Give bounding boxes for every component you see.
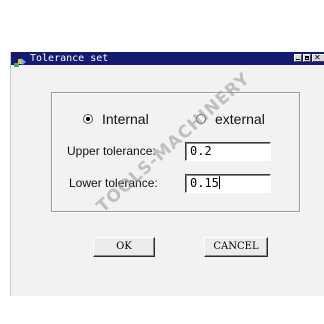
text-caret (218, 176, 220, 189)
close-button[interactable]: ✕ (312, 53, 324, 62)
radio-unselected-icon (196, 114, 206, 124)
upper-tolerance-input[interactable]: 0.2 (185, 142, 271, 161)
radio-internal-label: Internal (102, 111, 149, 127)
ok-button[interactable]: OK (93, 237, 155, 257)
maximize-button[interactable] (303, 54, 311, 62)
upper-tolerance-value: 0.2 (190, 144, 212, 158)
lower-tolerance-input[interactable]: 0.15 (185, 174, 271, 193)
window-title: Tolerance set (30, 53, 109, 64)
app-icon (13, 53, 27, 67)
lower-tolerance-value: 0.15 (190, 176, 219, 190)
maximize-icon (305, 56, 309, 60)
minimize-button[interactable] (294, 54, 302, 62)
lower-tolerance-label: Lower tolerance: (69, 176, 158, 190)
upper-tolerance-label: Upper tolerance: (67, 144, 156, 158)
radio-selected-icon (83, 114, 93, 124)
tolerance-set-window: Tolerance set ✕ Internal external Upper … (10, 52, 324, 296)
cancel-button[interactable]: CANCEL (204, 237, 268, 257)
close-icon: ✕ (314, 53, 321, 62)
minimize-icon (296, 59, 300, 60)
title-bar[interactable]: Tolerance set ✕ (11, 52, 324, 67)
radio-internal[interactable]: Internal (83, 111, 149, 127)
radio-external[interactable]: external (196, 111, 265, 127)
radio-external-label: external (215, 111, 265, 127)
